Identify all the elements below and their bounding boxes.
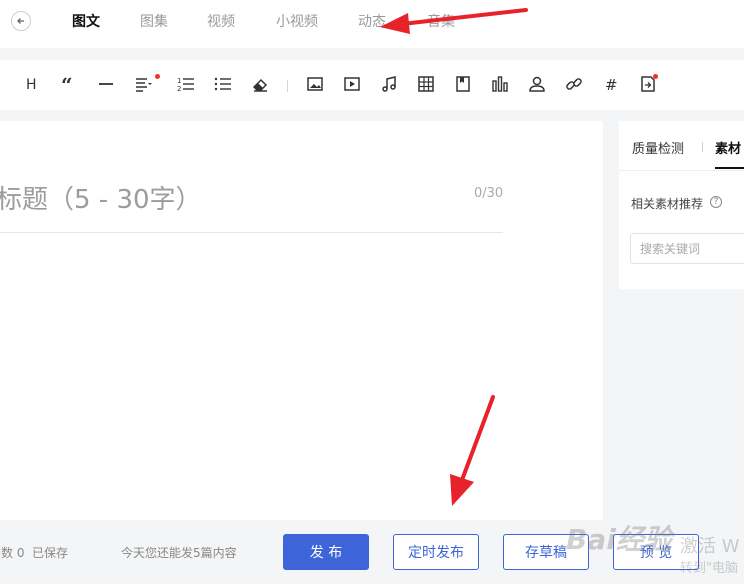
tab-material[interactable]: 素材	[715, 138, 741, 157]
svg-text:“: “	[61, 75, 73, 93]
image-icon[interactable]	[305, 74, 325, 94]
tab-video[interactable]: 视频	[207, 11, 235, 31]
word-count: 字数 0	[0, 546, 25, 560]
bullet-list-icon[interactable]	[213, 74, 233, 94]
ordered-list-icon[interactable]: 12	[176, 74, 196, 94]
active-tab-underline	[715, 167, 744, 169]
tab-quality-check[interactable]: 质量检测	[632, 138, 684, 157]
align-new-dot	[155, 74, 160, 79]
bookmark-icon[interactable]	[453, 74, 473, 94]
title-underline	[0, 232, 503, 233]
quote-icon[interactable]: “	[59, 74, 79, 94]
related-material-label: 相关素材推荐	[631, 197, 704, 211]
svg-text:#: #	[605, 76, 618, 93]
watermark-activate: 激活 W	[680, 536, 740, 557]
title-input[interactable]: 标题（5 - 30字）	[0, 179, 202, 216]
tab-article[interactable]: 图文	[72, 11, 100, 31]
heading-icon[interactable]: H	[22, 74, 42, 94]
svg-text:2: 2	[177, 85, 181, 93]
watermark-goto: 转到"电脑	[680, 561, 738, 576]
watermark-brand: Bai经验	[566, 523, 672, 556]
tab-short-video[interactable]: 小视频	[276, 11, 318, 31]
help-icon[interactable]: ?	[710, 196, 722, 208]
panel-divider	[619, 170, 744, 171]
video-icon[interactable]	[342, 74, 362, 94]
hashtag-icon[interactable]: #	[601, 74, 621, 94]
schedule-button[interactable]: 定时发布	[393, 534, 479, 570]
align-icon[interactable]	[134, 74, 154, 94]
tab-gallery[interactable]: 图集	[140, 11, 168, 31]
back-arrow-icon[interactable]	[11, 11, 31, 31]
svg-text:H: H	[26, 77, 37, 93]
insert-new-dot	[653, 74, 658, 79]
table-icon[interactable]	[416, 74, 436, 94]
toolbar-separator	[287, 80, 288, 92]
divider-icon[interactable]	[96, 74, 116, 94]
audio-icon[interactable]	[379, 74, 399, 94]
panel-tab-divider	[702, 142, 703, 152]
link-icon[interactable]	[564, 74, 584, 94]
chart-icon[interactable]	[490, 74, 510, 94]
eraser-icon[interactable]	[250, 74, 270, 94]
tab-audio[interactable]: 音集	[427, 11, 455, 31]
user-icon[interactable]	[527, 74, 547, 94]
remaining-posts: 今天您还能发5篇内容	[121, 546, 237, 560]
saved-status: 已保存	[32, 546, 69, 560]
tab-moment[interactable]: 动态	[358, 11, 386, 31]
publish-button[interactable]: 发 布	[283, 534, 369, 570]
search-input[interactable]	[630, 233, 744, 264]
svg-text:1: 1	[177, 77, 181, 85]
title-counter: 0/30	[474, 186, 504, 201]
